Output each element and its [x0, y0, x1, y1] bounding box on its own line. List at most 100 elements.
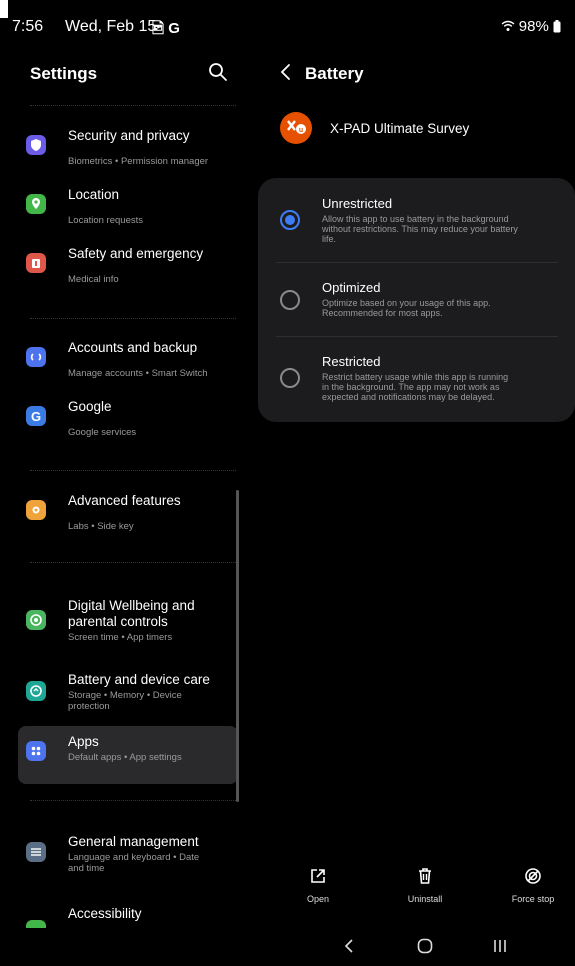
status-time: 7:56: [12, 18, 44, 35]
item-title: Advanced features: [68, 493, 181, 508]
google-icon: G: [26, 406, 46, 426]
divider: [30, 318, 236, 319]
item-title: General management: [68, 834, 199, 849]
item-title-line2: parental controls: [68, 614, 168, 629]
item-subtitle: Labs • Side key: [68, 521, 134, 532]
item-title: Apps: [68, 734, 99, 749]
settings-item-advanced[interactable]: Advanced features Labs • Side key: [18, 485, 238, 543]
settings-item-apps[interactable]: Apps Default apps • App settings: [18, 726, 238, 784]
settings-item-safety[interactable]: Safety and emergency Medical info: [18, 238, 238, 296]
divider: [30, 105, 236, 106]
separator: [276, 336, 558, 337]
uninstall-label: Uninstall: [407, 894, 443, 904]
item-title: Accessibility: [68, 906, 142, 921]
item-title: Accounts and backup: [68, 340, 198, 355]
settings-title: Settings: [30, 64, 98, 83]
divider: [30, 800, 236, 801]
search-icon[interactable]: [208, 62, 228, 82]
open-label: Open: [306, 894, 330, 904]
option-desc-line2: in the background. The app may not work …: [322, 382, 500, 392]
app-icon: u: [280, 112, 312, 144]
svg-text:u: u: [299, 127, 303, 134]
force-stop-button[interactable]: Force stop: [498, 866, 568, 904]
item-title: Location: [68, 187, 120, 202]
device-care-icon: [26, 681, 46, 701]
radio-button-selected[interactable]: [280, 210, 300, 230]
option-desc-line1: Allow this app to use battery in the bac…: [322, 214, 509, 224]
battery-panel: Battery u X-PAD Ultimate Survey Unrestri…: [250, 40, 575, 966]
tablet-screen: 7:56 Wed, Feb 15 🖻 G 98% Settings Securi…: [8, 0, 575, 966]
option-desc-line3: expected and notifications may be delaye…: [322, 392, 495, 402]
svg-text:G: G: [31, 409, 41, 424]
shield-icon: [26, 135, 46, 155]
sliders-icon: [26, 842, 46, 862]
back-arrow-icon[interactable]: [278, 62, 294, 82]
item-subtitle: Manage accounts • Smart Switch: [68, 368, 208, 379]
battery-options-card: Unrestricted Allow this app to use batte…: [258, 178, 575, 422]
item-title-line1: Digital Wellbeing and: [68, 598, 195, 613]
settings-item-general-management[interactable]: General management Language and keyboard…: [18, 826, 238, 876]
item-title: Battery and device care: [68, 672, 210, 687]
option-unrestricted[interactable]: Unrestricted Allow this app to use batte…: [258, 194, 575, 268]
navigation-bar: [8, 926, 575, 966]
item-title: Safety and emergency: [68, 246, 204, 261]
item-title: Security and privacy: [68, 128, 190, 143]
item-subtitle: Default apps • App settings: [68, 752, 182, 763]
separator: [276, 262, 558, 263]
bottom-actions: Open Uninstall Force stop: [250, 866, 575, 916]
nav-back-icon[interactable]: [340, 936, 360, 956]
option-optimized[interactable]: Optimized Optimize based on your usage o…: [258, 278, 575, 352]
nav-recents-icon[interactable]: [490, 936, 510, 956]
radio-button[interactable]: [280, 290, 300, 310]
status-date: Wed, Feb 15: [65, 18, 157, 35]
option-desc-line1: Optimize based on your usage of this app…: [322, 298, 491, 308]
force-stop-label: Force stop: [511, 894, 555, 904]
status-bar: 7:56 Wed, Feb 15 🖻 G 98%: [8, 0, 575, 38]
app-name: X-PAD Ultimate Survey: [330, 121, 470, 136]
item-subtitle-line2: and time: [68, 863, 105, 874]
option-title: Optimized: [322, 280, 381, 295]
open-external-icon: [311, 869, 325, 883]
sync-icon: [26, 347, 46, 367]
settings-item-google[interactable]: G Google Google services: [18, 391, 238, 449]
item-subtitle-line1: Storage • Memory • Device: [68, 690, 182, 701]
battery-icon: [553, 20, 561, 33]
nav-home-icon[interactable]: [415, 936, 435, 956]
scrollbar[interactable]: [236, 490, 239, 802]
item-subtitle: Screen time • App timers: [68, 632, 173, 643]
settings-item-battery-device-care[interactable]: Battery and device care Storage • Memory…: [18, 664, 238, 728]
item-subtitle: Location requests: [68, 215, 143, 226]
option-restricted[interactable]: Restricted Restrict battery usage while …: [258, 352, 575, 426]
option-desc-line3: life.: [322, 234, 337, 244]
force-stop-icon: [525, 868, 541, 884]
option-desc-line2: Recommended for most apps.: [322, 308, 443, 318]
apps-grid-icon: [26, 741, 46, 761]
location-pin-icon: [26, 194, 46, 214]
wellbeing-icon: [26, 610, 46, 630]
item-subtitle-line2: protection: [68, 701, 110, 712]
divider: [30, 470, 236, 471]
option-desc-line1: Restrict battery usage while this app is…: [322, 372, 509, 382]
settings-item-accounts[interactable]: Accounts and backup Manage accounts • Sm…: [18, 332, 238, 390]
item-subtitle: Biometrics • Permission manager: [68, 156, 209, 167]
divider: [30, 562, 236, 563]
open-button[interactable]: Open: [283, 866, 353, 904]
uninstall-button[interactable]: Uninstall: [390, 866, 460, 904]
item-subtitle-line1: Language and keyboard • Date: [68, 852, 200, 863]
settings-item-accessibility[interactable]: Accessibility: [18, 898, 238, 928]
item-subtitle: Google services: [68, 427, 137, 438]
option-title: Restricted: [322, 354, 381, 369]
option-title: Unrestricted: [322, 196, 393, 211]
wifi-icon: [501, 20, 515, 31]
option-desc-line2: without restrictions. This may reduce yo…: [322, 224, 518, 234]
settings-panel: Settings Security and privacy Biometrics…: [8, 40, 248, 966]
emergency-icon: [26, 253, 46, 273]
trash-icon: [419, 868, 431, 884]
item-subtitle: Medical info: [68, 274, 119, 285]
settings-item-security[interactable]: Security and privacy Biometrics • Permis…: [18, 120, 238, 178]
battery-percent: 98%: [518, 18, 549, 35]
radio-button[interactable]: [280, 368, 300, 388]
settings-item-wellbeing[interactable]: Digital Wellbeing and parental controls …: [18, 590, 238, 654]
settings-item-location[interactable]: Location Location requests: [18, 179, 238, 237]
status-right: 98%: [501, 18, 561, 35]
